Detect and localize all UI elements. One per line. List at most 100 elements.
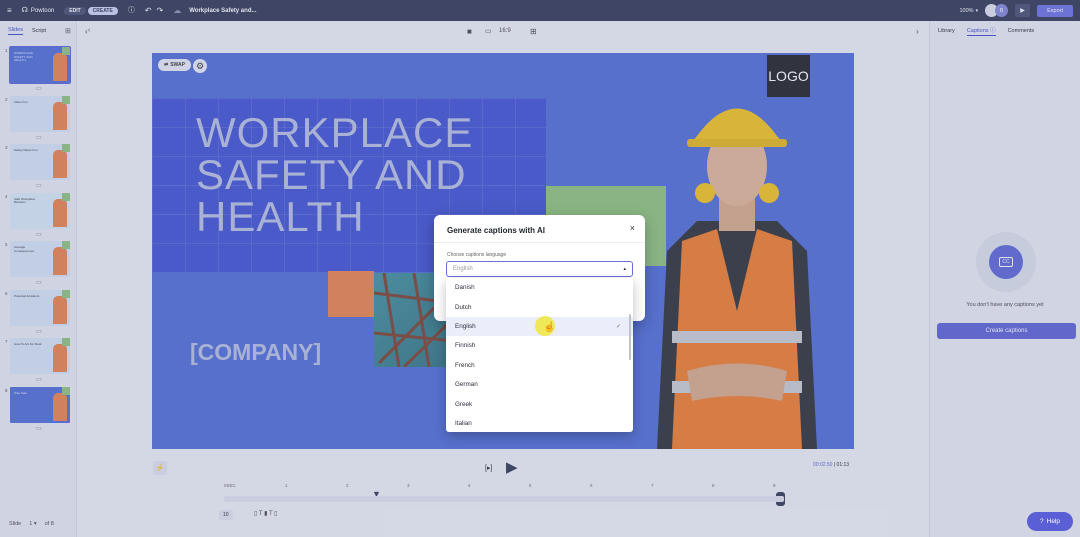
create-captions-button[interactable]: Create captions — [937, 323, 1076, 339]
collaborators[interactable]: B — [985, 4, 1009, 17]
undo-icon[interactable]: ↶ — [145, 6, 152, 15]
slide-thumbnail[interactable]: Potential Accidents — [10, 289, 70, 326]
aspect-ratio-value[interactable]: 16:9 — [499, 28, 511, 34]
language-option[interactable]: Dutch — [446, 297, 633, 316]
folder-icon[interactable]: ▭ — [36, 279, 42, 286]
language-option-label: Italian — [455, 419, 472, 427]
folder-icon[interactable]: ▭ — [36, 85, 42, 92]
slide-number: 6 — [5, 290, 8, 296]
slide-thumb-title: Safety Meets Fun — [14, 148, 38, 152]
preview-play-button[interactable]: ▶ — [1015, 4, 1031, 17]
thumb-accent-graphic — [62, 192, 70, 201]
document-title[interactable]: Workplace Safety and... — [189, 8, 256, 14]
dropdown-scrollbar[interactable] — [629, 314, 631, 360]
redo-icon[interactable]: ↷ — [157, 6, 164, 15]
tab-slides[interactable]: Slides — [8, 27, 23, 35]
thumb-accent-graphic — [62, 47, 70, 55]
create-mode-button[interactable]: CREATE — [87, 6, 118, 15]
zoom-chevron-icon[interactable]: ▾ — [976, 8, 979, 14]
ruler-tick-label: 8 — [712, 483, 715, 488]
add-slide-icon[interactable]: ⊞ — [65, 27, 71, 35]
thumb-accent-graphic — [62, 289, 70, 298]
orange-block[interactable] — [328, 271, 374, 317]
prev-slide-icon[interactable]: ‹ — [85, 27, 88, 36]
brand-logo[interactable]: ☊ Powtoon — [22, 7, 55, 14]
next-slide-icon[interactable]: › — [916, 27, 919, 36]
folder-icon[interactable]: ▭ — [36, 182, 42, 189]
company-text[interactable]: [COMPANY] — [190, 339, 321, 366]
tab-script[interactable]: Script — [32, 28, 46, 34]
slide-thumbnail[interactable]: How To Act For Real — [10, 338, 70, 374]
language-option[interactable]: French — [446, 356, 633, 375]
ruler-tick-label: 9 — [773, 483, 776, 488]
slide-thumbnail[interactable]: WORKPLACE SAFETY AND HEALTH — [9, 46, 71, 84]
play-button[interactable]: ▶ — [506, 458, 518, 476]
language-option[interactable]: Italian — [446, 414, 633, 432]
ruler-tick-label: 0SEC — [224, 483, 236, 488]
slide-number: 2 — [5, 96, 8, 102]
tab-library[interactable]: Library — [938, 28, 955, 34]
brand-name: Powtoon — [30, 7, 55, 14]
folder-icon[interactable]: ▭ — [36, 328, 42, 335]
slide-thumb-title: How To Act For Real — [14, 342, 42, 346]
folder-icon[interactable]: ▭ — [36, 376, 42, 383]
folder-icon[interactable]: ▭ — [36, 231, 42, 238]
chevron-up-icon: ▴ — [623, 266, 626, 272]
language-option[interactable]: Danish — [446, 278, 633, 297]
title-line-2: SAFETY AND — [196, 151, 467, 198]
swap-label: SWAP — [170, 62, 185, 68]
hand-cursor-icon: ☝ — [543, 322, 556, 333]
folder-icon[interactable]: ▭ — [36, 134, 42, 141]
check-icon: ✓ — [615, 323, 621, 330]
language-field-label: Choose captions language — [447, 252, 507, 258]
avatar: B — [995, 4, 1009, 17]
help-circle-icon[interactable]: ⓘ — [128, 7, 135, 14]
dialog-title: Generate captions with AI — [447, 226, 545, 235]
swap-icon: ⇄ — [164, 62, 169, 68]
slide-thumb-title: WORKPLACE SAFETY AND HEALTH — [14, 51, 34, 63]
logo-box[interactable]: LOGO — [767, 55, 810, 97]
slide-thumbnail[interactable]: Video Fun — [10, 95, 70, 132]
thumb-worker-graphic — [53, 53, 67, 81]
settings-gear-icon[interactable]: ⚙ — [193, 59, 207, 73]
slide-thumbnail[interactable]: Safe Workplace Behavior — [10, 192, 70, 229]
thumb-worker-graphic — [53, 344, 67, 372]
menu-icon[interactable]: ≡ — [7, 6, 12, 15]
slide-thumbnail[interactable]: Stay Safe — [10, 386, 70, 423]
tab-captions[interactable]: Captions ⓘ — [966, 26, 996, 36]
worker-image[interactable] — [657, 71, 817, 449]
slide-thumbnail[interactable]: Safety Meets Fun — [10, 144, 70, 180]
language-option[interactable]: Finnish — [446, 336, 633, 355]
folder-icon[interactable]: ▭ — [36, 425, 42, 432]
language-dropdown[interactable]: Danish Dutch English ✓ Finnish French German Gr… — [446, 278, 633, 432]
language-option[interactable]: Greek — [446, 394, 633, 413]
help-button[interactable]: ? Help — [1027, 512, 1073, 531]
frame-step-icon[interactable]: [▸] — [485, 464, 492, 472]
swap-button[interactable]: ⇄ SWAP — [158, 59, 191, 71]
track-bar[interactable] — [224, 496, 784, 502]
camera-icon[interactable]: ■ — [467, 27, 472, 36]
language-select[interactable]: English ▴ — [446, 261, 633, 277]
title-line-3: HEALTH — [196, 193, 365, 240]
slide-title[interactable]: WORKPLACE SAFETY AND HEALTH — [196, 112, 473, 238]
language-option-label: French — [455, 361, 475, 369]
grid-icon[interactable]: ⊞ — [530, 27, 537, 36]
cloud-save-icon: ☁ — [173, 5, 182, 15]
info-icon: ⓘ — [990, 27, 996, 34]
export-button[interactable]: Export — [1037, 4, 1073, 17]
slide-thumbnail[interactable]: Average Consequences — [10, 241, 70, 277]
language-option[interactable]: German — [446, 375, 633, 394]
language-select-value: English — [453, 266, 473, 272]
magic-wand-icon[interactable]: ⚡ — [153, 461, 167, 475]
slide-thumb-title: Potential Accidents — [14, 293, 40, 298]
edit-mode-button[interactable]: EDIT — [64, 6, 86, 15]
close-icon[interactable]: × — [630, 223, 635, 233]
thumb-accent-graphic — [62, 241, 70, 249]
time-current: 00:02.50 — [813, 462, 833, 468]
tab-comments[interactable]: Comments — [1008, 28, 1035, 34]
text-layer-icon[interactable]: ▯ T ▮ T ▯ — [254, 510, 277, 517]
zoom-level[interactable]: 100% — [960, 8, 974, 14]
language-option-label: Finnish — [455, 342, 476, 350]
aspect-ratio-icon[interactable]: ▭ — [485, 27, 492, 35]
duration-chip[interactable]: 10 — [219, 510, 233, 520]
